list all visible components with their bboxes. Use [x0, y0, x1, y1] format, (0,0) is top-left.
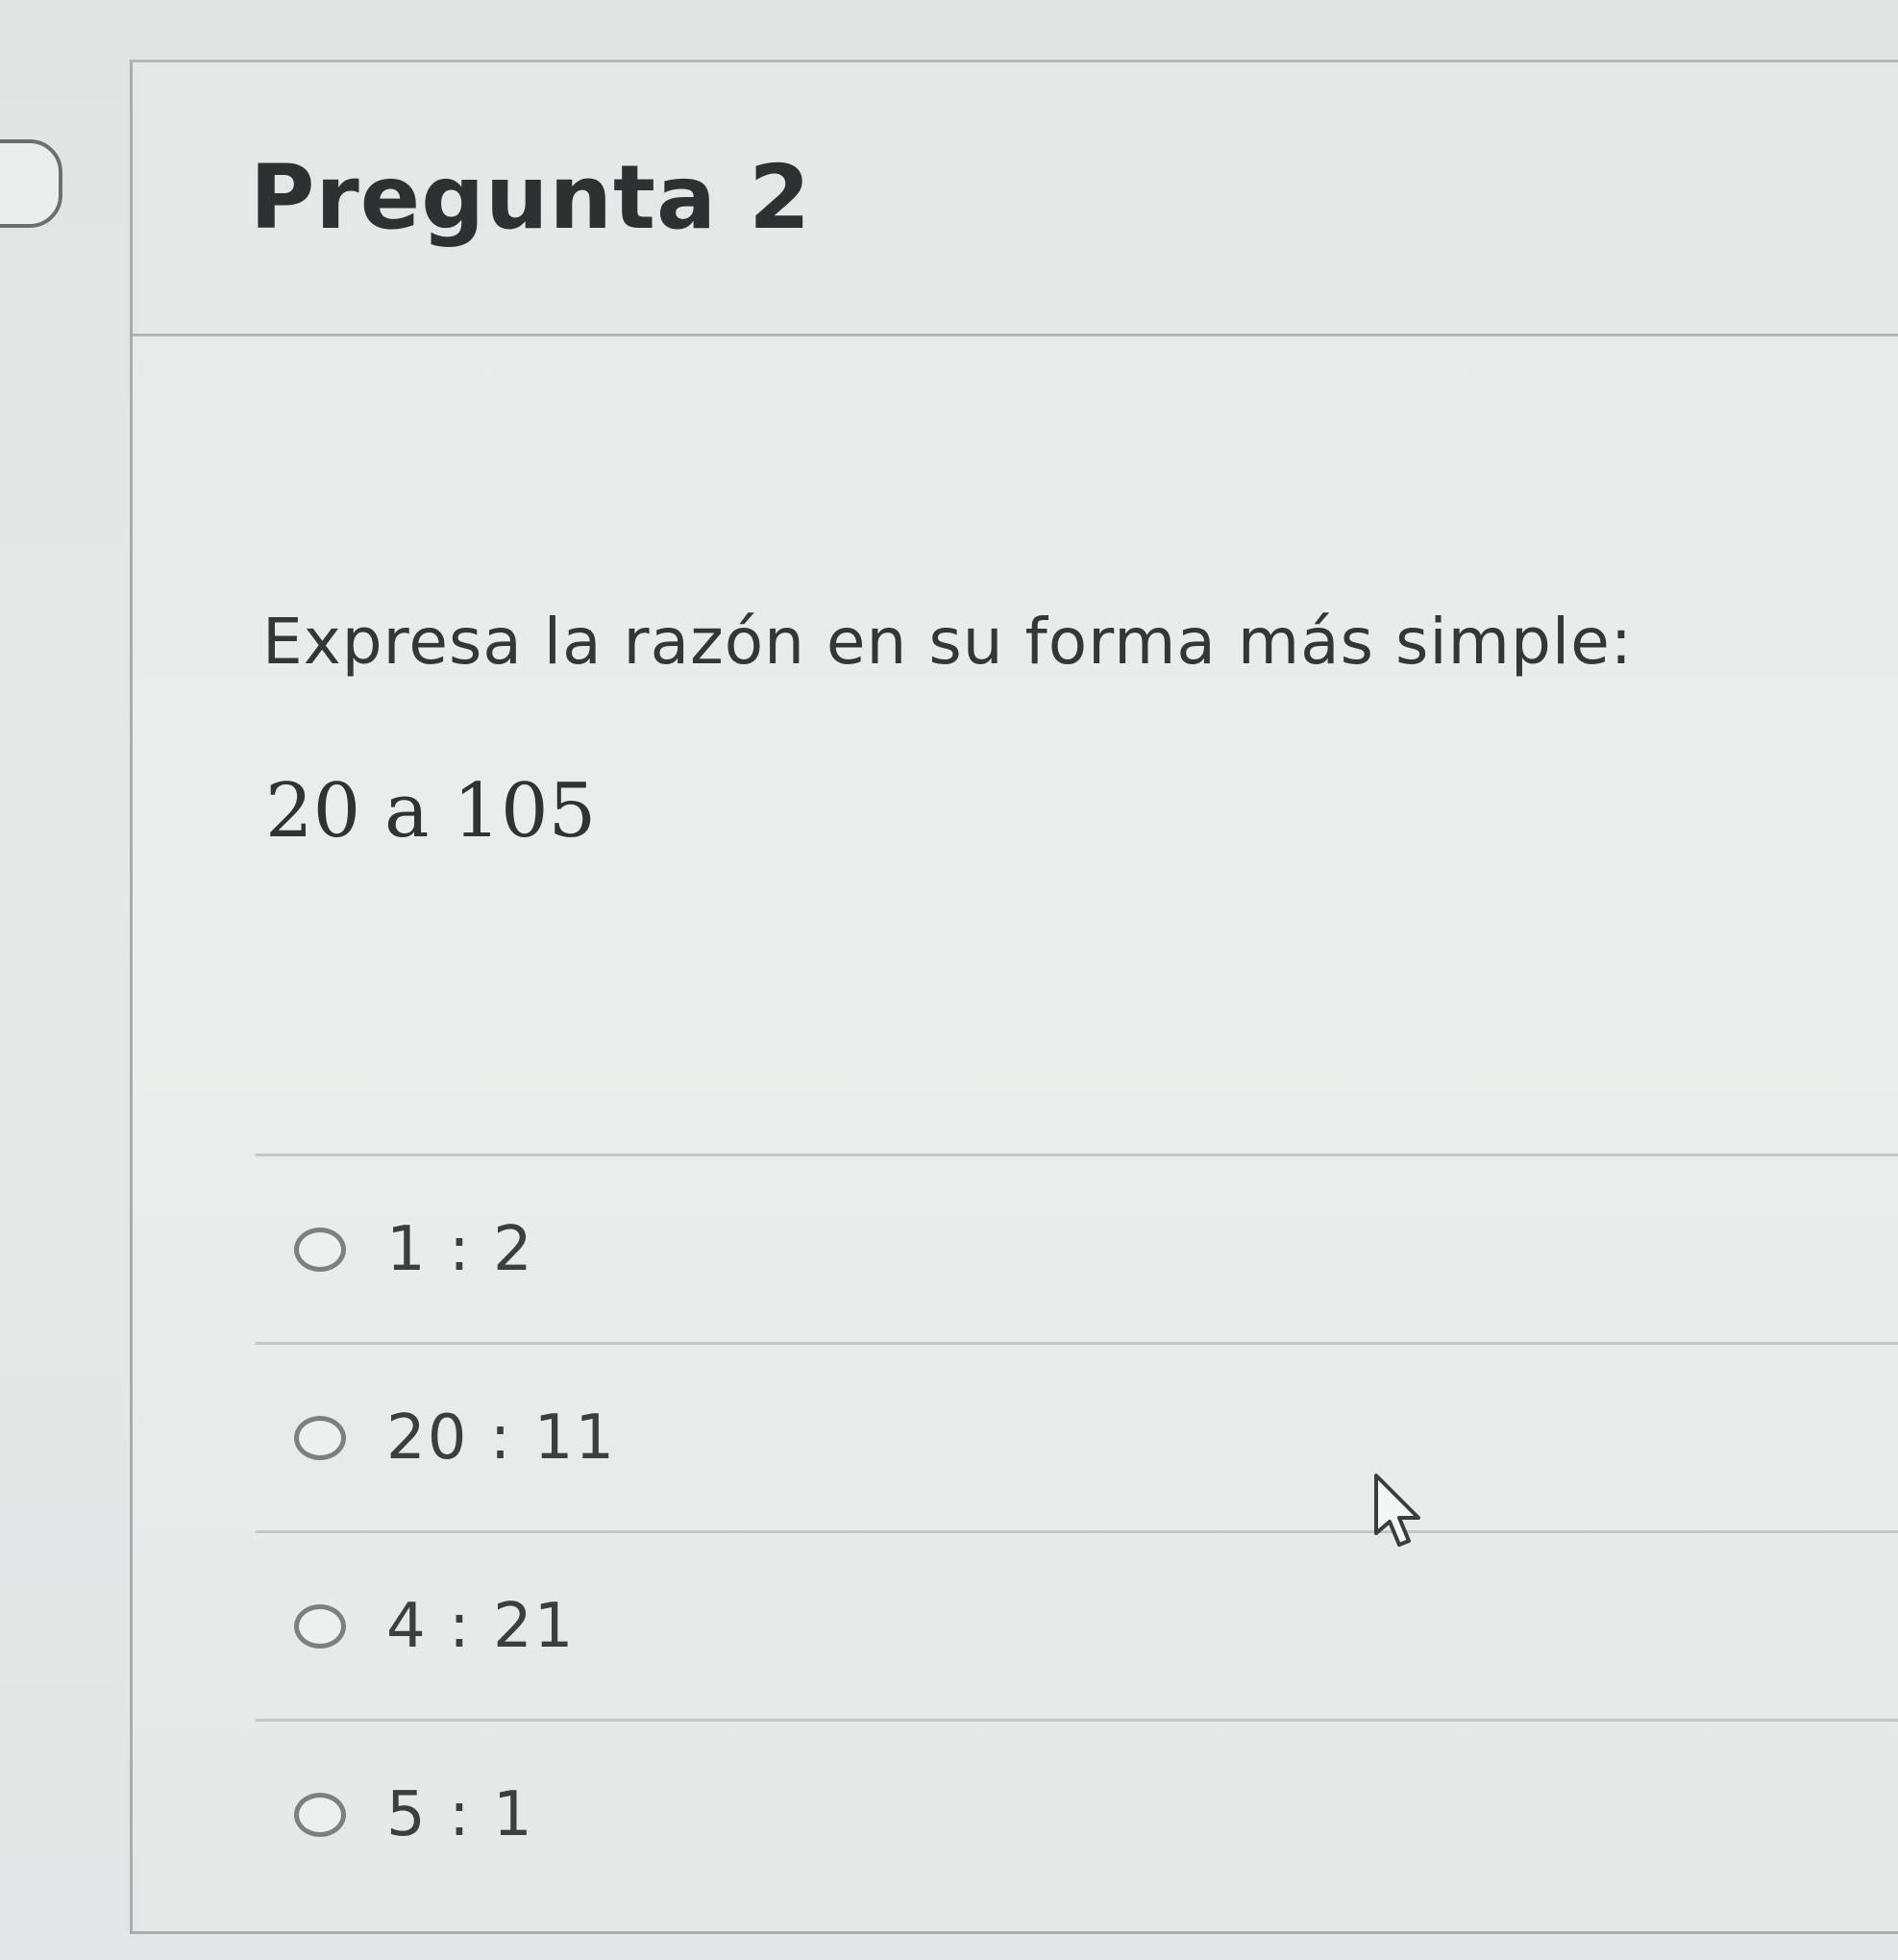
question-card: Pregunta 2 Expresa la razón en su forma … — [130, 60, 1898, 1934]
answer-option[interactable]: 4 : 21 — [256, 1530, 1898, 1719]
answer-option[interactable]: 20 : 11 — [256, 1342, 1898, 1530]
ratio-expression: 20 a 105 — [265, 768, 597, 855]
answer-option[interactable]: 5 : 1 — [256, 1719, 1898, 1907]
answer-option-label: 20 : 11 — [386, 1402, 617, 1474]
mouse-pointer-icon — [1374, 1474, 1420, 1547]
answer-option-label: 5 : 1 — [386, 1778, 534, 1850]
question-header: Pregunta 2 — [133, 62, 1898, 336]
question-prompt: Expresa la razón en su forma más simple: — [262, 605, 1634, 679]
answer-option-label: 4 : 21 — [386, 1590, 576, 1662]
screen: Pregunta 2 Expresa la razón en su forma … — [0, 0, 1898, 1960]
radio-button-icon[interactable] — [294, 1415, 346, 1460]
answer-option-label: 1 : 2 — [386, 1213, 534, 1285]
radio-button-icon[interactable] — [294, 1603, 346, 1649]
answer-option[interactable]: 1 : 2 — [256, 1154, 1898, 1342]
answer-options: 1 : 2 20 : 11 4 : 21 5 : 1 — [256, 1154, 1898, 1907]
radio-button-icon[interactable] — [294, 1792, 346, 1837]
radio-button-icon[interactable] — [294, 1227, 346, 1272]
question-flag-icon[interactable] — [0, 139, 62, 228]
question-title: Pregunta 2 — [250, 146, 812, 249]
